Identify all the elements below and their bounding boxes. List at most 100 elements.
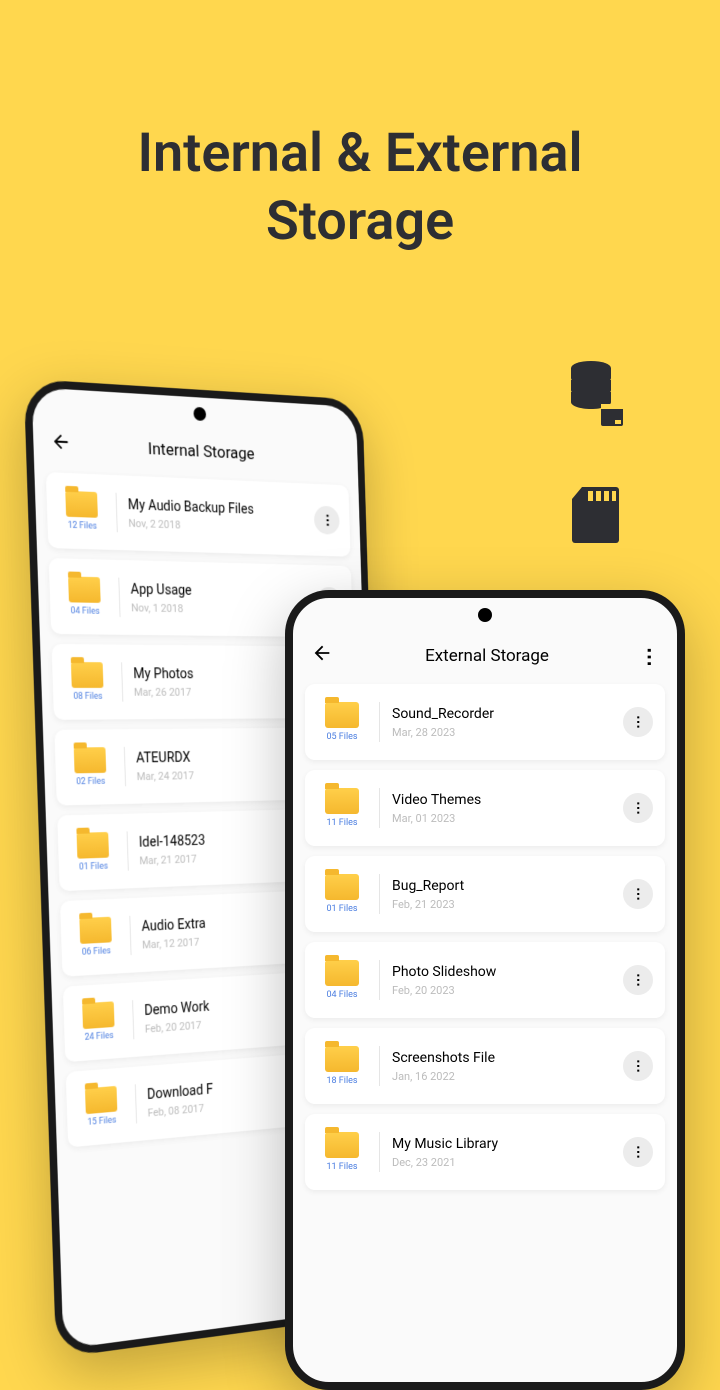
folder-name: My Audio Backup Files — [128, 497, 315, 520]
folder-info: App Usage Nov, 1 2018 — [130, 581, 317, 616]
folder-icon — [325, 960, 359, 986]
folder-name: Bug_Report — [392, 878, 623, 894]
folder-item[interactable]: 04 Files Photo Slideshow Feb, 20 2023 ⋯ — [305, 942, 665, 1018]
file-count: 04 Files — [62, 606, 109, 617]
folder-name: Video Themes — [392, 792, 623, 808]
divider — [121, 662, 123, 701]
divider — [118, 578, 120, 617]
folder-icon — [82, 1001, 114, 1029]
folder-icon-block: 24 Files — [75, 1001, 123, 1044]
folder-icon — [65, 491, 98, 518]
folder-item[interactable]: 12 Files My Audio Backup Files Nov, 2 20… — [46, 472, 351, 557]
folder-icon-block: 01 Files — [317, 874, 367, 914]
item-overflow-button[interactable]: ⋯ — [623, 1137, 653, 1167]
folder-icon — [325, 874, 359, 900]
folder-info: My Music Library Dec, 23 2021 — [392, 1136, 623, 1169]
back-button[interactable] — [50, 430, 72, 459]
item-overflow-button[interactable]: ⋯ — [623, 965, 653, 995]
screen-title: External Storage — [333, 646, 641, 666]
folder-icon-block: 04 Files — [317, 960, 367, 1000]
folder-info: Sound_Recorder Mar, 28 2023 — [392, 706, 623, 739]
phone-external-storage: External Storage ⋯ 05 Files Sound_Record… — [285, 590, 685, 1390]
item-overflow-button[interactable]: ⋯ — [623, 1051, 653, 1081]
folder-name: My Music Library — [392, 1136, 623, 1152]
file-count: 12 Files — [59, 520, 106, 531]
item-overflow-button[interactable]: ⋯ — [623, 707, 653, 737]
folder-icon-block: 18 Files — [317, 1046, 367, 1086]
folder-icon-block: 08 Files — [63, 662, 111, 702]
file-count: 05 Files — [317, 732, 367, 742]
divider — [127, 831, 129, 870]
folder-info: Photo Slideshow Feb, 20 2023 — [392, 964, 623, 997]
folder-icon-block: 05 Files — [317, 702, 367, 742]
headline-line1: Internal & External — [137, 122, 582, 185]
file-count: 11 Files — [317, 1162, 367, 1172]
folder-date: Feb, 20 2023 — [392, 984, 623, 997]
folder-icon-block: 11 Files — [317, 1132, 367, 1172]
file-count: 04 Files — [317, 990, 367, 1000]
folder-icon-block: 04 Files — [61, 576, 109, 617]
folder-date: Mar, 01 2023 — [392, 812, 623, 825]
back-button[interactable] — [311, 642, 333, 670]
folder-icon — [85, 1086, 117, 1114]
headline-line2: Storage — [266, 190, 454, 253]
divider — [379, 702, 380, 742]
folder-date: Mar, 28 2023 — [392, 726, 623, 739]
screen-title: Internal Storage — [71, 435, 343, 468]
folder-date: Jan, 16 2022 — [392, 1070, 623, 1083]
file-list: 05 Files Sound_Recorder Mar, 28 2023 ⋯ 1… — [293, 684, 677, 1190]
divider — [116, 493, 118, 532]
folder-icon — [79, 917, 111, 944]
folder-icon-block: 12 Files — [58, 490, 106, 531]
overflow-menu-button[interactable]: ⋯ — [638, 647, 662, 665]
folder-icon — [325, 1132, 359, 1158]
page-headline: Internal & External Storage — [0, 0, 720, 255]
folder-icon — [325, 702, 359, 728]
folder-date: Nov, 2 2018 — [128, 516, 314, 535]
item-overflow-button[interactable]: ⋯ — [623, 879, 653, 909]
folder-info: My Audio Backup Files Nov, 2 2018 — [128, 497, 315, 536]
folder-date: Feb, 21 2023 — [392, 898, 623, 911]
folder-item[interactable]: 18 Files Screenshots File Jan, 16 2022 ⋯ — [305, 1028, 665, 1104]
folder-item[interactable]: 05 Files Sound_Recorder Mar, 28 2023 ⋯ — [305, 684, 665, 760]
folder-icon — [68, 576, 101, 602]
folder-icon-block: 02 Files — [66, 747, 114, 787]
folder-name: App Usage — [130, 581, 316, 600]
divider — [132, 1000, 134, 1039]
file-count: 02 Files — [67, 777, 114, 788]
file-count: 08 Files — [64, 692, 111, 702]
folder-item[interactable]: 11 Files Video Themes Mar, 01 2023 ⋯ — [305, 770, 665, 846]
divider — [379, 1132, 380, 1172]
item-overflow-button[interactable]: ⋯ — [314, 506, 340, 535]
folder-item[interactable]: 01 Files Bug_Report Feb, 21 2023 ⋯ — [305, 856, 665, 932]
folder-icon-block: 06 Files — [72, 916, 120, 958]
divider — [129, 916, 131, 955]
folder-name: Screenshots File — [392, 1050, 623, 1066]
folder-item[interactable]: 11 Files My Music Library Dec, 23 2021 ⋯ — [305, 1114, 665, 1190]
folder-icon — [77, 832, 109, 859]
item-overflow-button[interactable]: ⋯ — [623, 793, 653, 823]
folder-name: Photo Slideshow — [392, 964, 623, 980]
folder-icon — [74, 747, 107, 773]
folder-icon — [71, 662, 104, 688]
divider — [379, 1046, 380, 1086]
folder-info: Video Themes Mar, 01 2023 — [392, 792, 623, 825]
divider — [124, 747, 126, 786]
divider — [379, 960, 380, 1000]
file-count: 01 Files — [317, 904, 367, 914]
folder-info: Screenshots File Jan, 16 2022 — [392, 1050, 623, 1083]
divider — [379, 874, 380, 914]
folder-icon-block: 11 Files — [317, 788, 367, 828]
file-count: 11 Files — [317, 818, 367, 828]
divider — [379, 788, 380, 828]
folder-icon — [325, 1046, 359, 1072]
folder-date: Dec, 23 2021 — [392, 1156, 623, 1169]
folder-name: Sound_Recorder — [392, 706, 623, 722]
folder-icon-block: 15 Files — [77, 1085, 125, 1128]
file-count: 24 Files — [76, 1030, 123, 1043]
folder-icon-block: 01 Files — [69, 832, 117, 873]
topbar: External Storage ⋯ — [293, 634, 677, 684]
file-count: 15 Files — [78, 1115, 125, 1129]
phone-notch — [445, 608, 525, 622]
folder-info: Bug_Report Feb, 21 2023 — [392, 878, 623, 911]
